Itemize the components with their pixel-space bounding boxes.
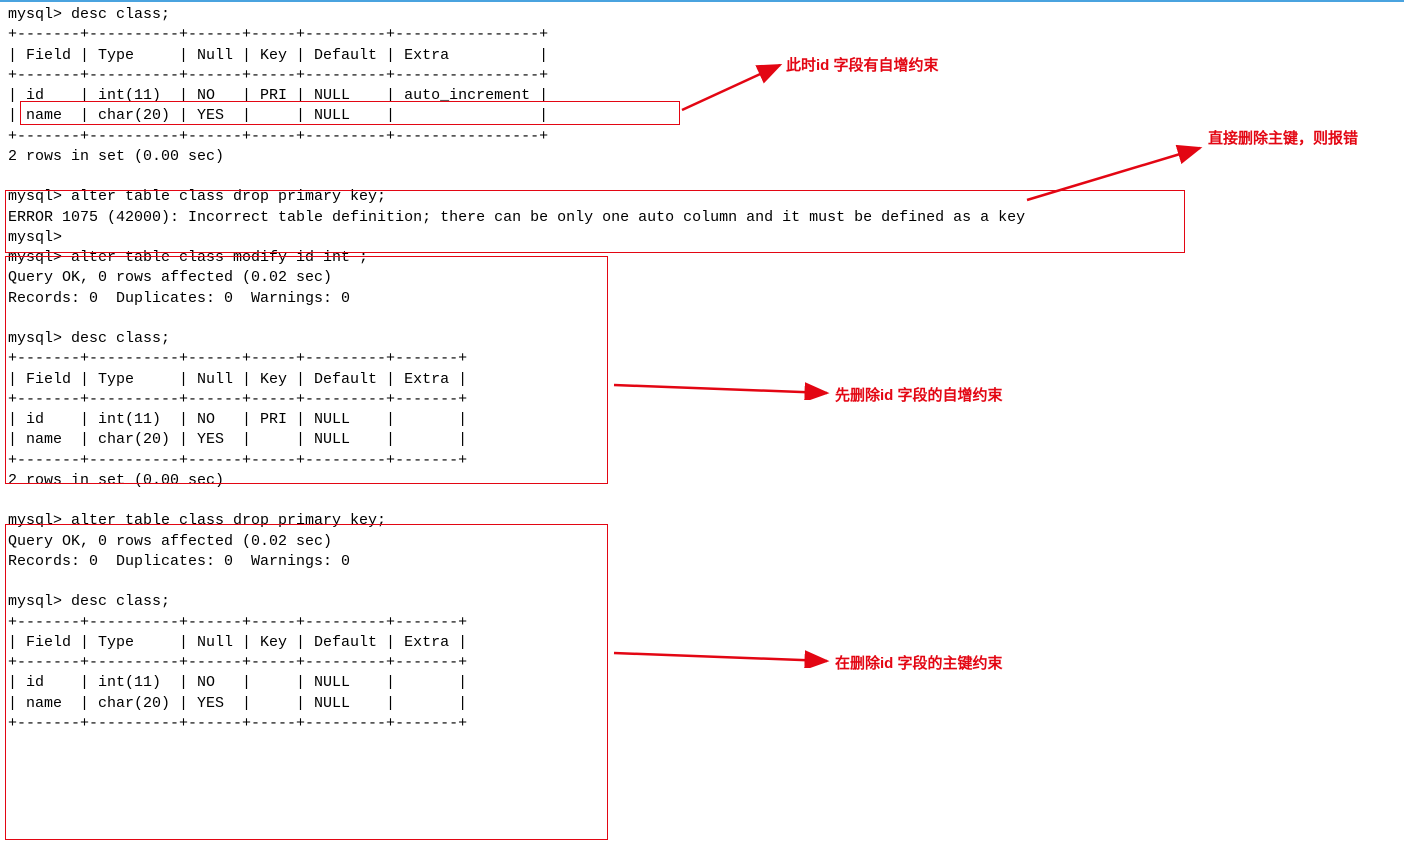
table-header: | Field | Type | Null | Key | Default | … bbox=[8, 633, 1404, 653]
annotation-remove-pk: 在删除id 字段的主键约束 bbox=[835, 654, 1003, 674]
cmd-drop-pk-1: mysql> alter table class drop primary ke… bbox=[8, 187, 1404, 207]
annotation-drop-error: 直接删除主键，则报错 bbox=[1208, 129, 1358, 149]
cmd-drop-pk-2: mysql> alter table class drop primary ke… bbox=[8, 511, 1404, 531]
cmd-desc-3: mysql> desc class; bbox=[8, 592, 1404, 612]
query-ok: Query OK, 0 rows affected (0.02 sec) bbox=[8, 268, 1404, 288]
table-row-name: | name | char(20) | YES | | NULL | | bbox=[8, 430, 1404, 450]
cmd-modify: mysql> alter table class modify id int ; bbox=[8, 248, 1404, 268]
result-line: 2 rows in set (0.00 sec) bbox=[8, 147, 1404, 167]
table-separator: +-------+----------+------+-----+-------… bbox=[8, 390, 1404, 410]
table-separator: +-------+----------+------+-----+-------… bbox=[8, 349, 1404, 369]
table-row-name: | name | char(20) | YES | | NULL | | bbox=[8, 106, 1404, 126]
table-header: | Field | Type | Null | Key | Default | … bbox=[8, 46, 1404, 66]
table-separator: +-------+----------+------+-----+-------… bbox=[8, 66, 1404, 86]
terminal-output: mysql> desc class; +-------+----------+-… bbox=[8, 5, 1404, 734]
table-separator: +-------+----------+------+-----+-------… bbox=[8, 451, 1404, 471]
table-separator: +-------+----------+------+-----+-------… bbox=[8, 25, 1404, 45]
cmd-desc-2: mysql> desc class; bbox=[8, 329, 1404, 349]
table-separator: +-------+----------+------+-----+-------… bbox=[8, 127, 1404, 147]
mysql-prompt: mysql> bbox=[8, 228, 1404, 248]
table-row-id: | id | int(11) | NO | | NULL | | bbox=[8, 673, 1404, 693]
table-row-name: | name | char(20) | YES | | NULL | | bbox=[8, 694, 1404, 714]
query-ok: Query OK, 0 rows affected (0.02 sec) bbox=[8, 532, 1404, 552]
error-line: ERROR 1075 (42000): Incorrect table defi… bbox=[8, 208, 1404, 228]
annotation-remove-auto: 先删除id 字段的自增约束 bbox=[835, 386, 1003, 406]
result-line: 2 rows in set (0.00 sec) bbox=[8, 471, 1404, 491]
table-separator: +-------+----------+------+-----+-------… bbox=[8, 613, 1404, 633]
table-header: | Field | Type | Null | Key | Default | … bbox=[8, 370, 1404, 390]
table-separator: +-------+----------+------+-----+-------… bbox=[8, 653, 1404, 673]
records-line: Records: 0 Duplicates: 0 Warnings: 0 bbox=[8, 552, 1404, 572]
table-separator: +-------+----------+------+-----+-------… bbox=[8, 714, 1404, 734]
records-line: Records: 0 Duplicates: 0 Warnings: 0 bbox=[8, 289, 1404, 309]
table-row-id: | id | int(11) | NO | PRI | NULL | auto_… bbox=[8, 86, 1404, 106]
cmd-desc-1: mysql> desc class; bbox=[8, 5, 1404, 25]
table-row-id: | id | int(11) | NO | PRI | NULL | | bbox=[8, 410, 1404, 430]
annotation-auto-increment: 此时id 字段有自增约束 bbox=[786, 56, 939, 76]
